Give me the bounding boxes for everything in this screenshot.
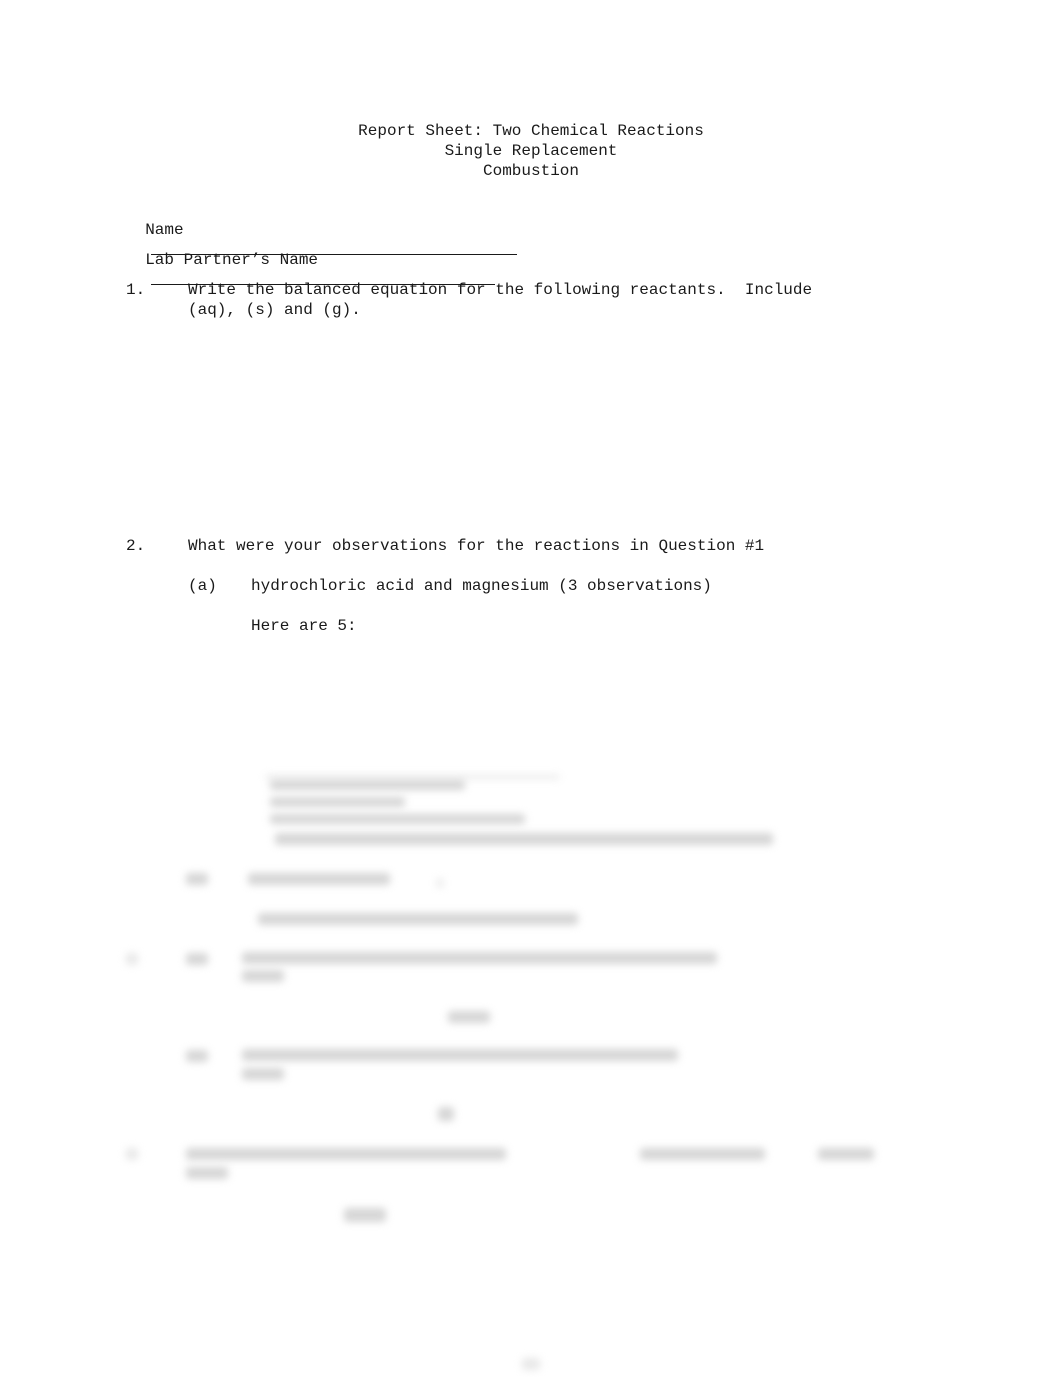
blurred-line: [242, 1068, 284, 1080]
blurred-line: [265, 775, 560, 779]
blurred-line: [275, 833, 773, 845]
blurred-line: [186, 1167, 228, 1179]
question-2a-text: hydrochloric acid and magnesium (3 obser…: [251, 577, 712, 595]
partner-name-label: Lab Partner’s Name: [145, 251, 319, 269]
blurred-label: [186, 953, 208, 965]
blurred-label: [186, 873, 208, 885]
blurred-line: [270, 814, 525, 824]
question-2a-label: (a): [188, 577, 217, 595]
blurred-label: [186, 1050, 208, 1062]
blurred-line: [818, 1148, 874, 1160]
blurred-label: [126, 953, 138, 965]
blurred-word: [344, 1208, 386, 1222]
question-2a-answer-intro: Here are 5:: [251, 617, 357, 635]
title-line-subtitle-2: Combustion: [482, 162, 579, 180]
title-line-main: Report Sheet: Two Chemical Reactions: [358, 122, 704, 140]
blurred-mark: [437, 878, 443, 888]
blurred-line: [640, 1148, 765, 1160]
blurred-page-number: [522, 1358, 540, 1370]
blurred-label: [126, 1148, 138, 1160]
blurred-line: [258, 913, 578, 925]
question-1-text-line1: Write the balanced equation for the foll…: [188, 281, 813, 299]
blurred-line: [242, 970, 284, 982]
blurred-word: [438, 1107, 454, 1121]
blurred-line: [270, 780, 465, 790]
question-2-number: 2.: [126, 537, 146, 555]
blurred-word: [448, 1011, 490, 1023]
question-1-text-line2: (aq), (s) and (g).: [188, 301, 361, 319]
blurred-line: [270, 797, 405, 807]
title-line-subtitle: Single Replacement: [444, 142, 618, 160]
question-1-number: 1.: [126, 281, 146, 299]
blurred-line: [248, 873, 390, 885]
blurred-line: [186, 1148, 506, 1160]
document-title: Report Sheet: Two Chemical Reactions Sin…: [0, 121, 1062, 181]
blurred-line: [242, 1049, 678, 1061]
question-2-text: What were your observations for the reac…: [188, 537, 765, 555]
blurred-line: [242, 952, 717, 964]
